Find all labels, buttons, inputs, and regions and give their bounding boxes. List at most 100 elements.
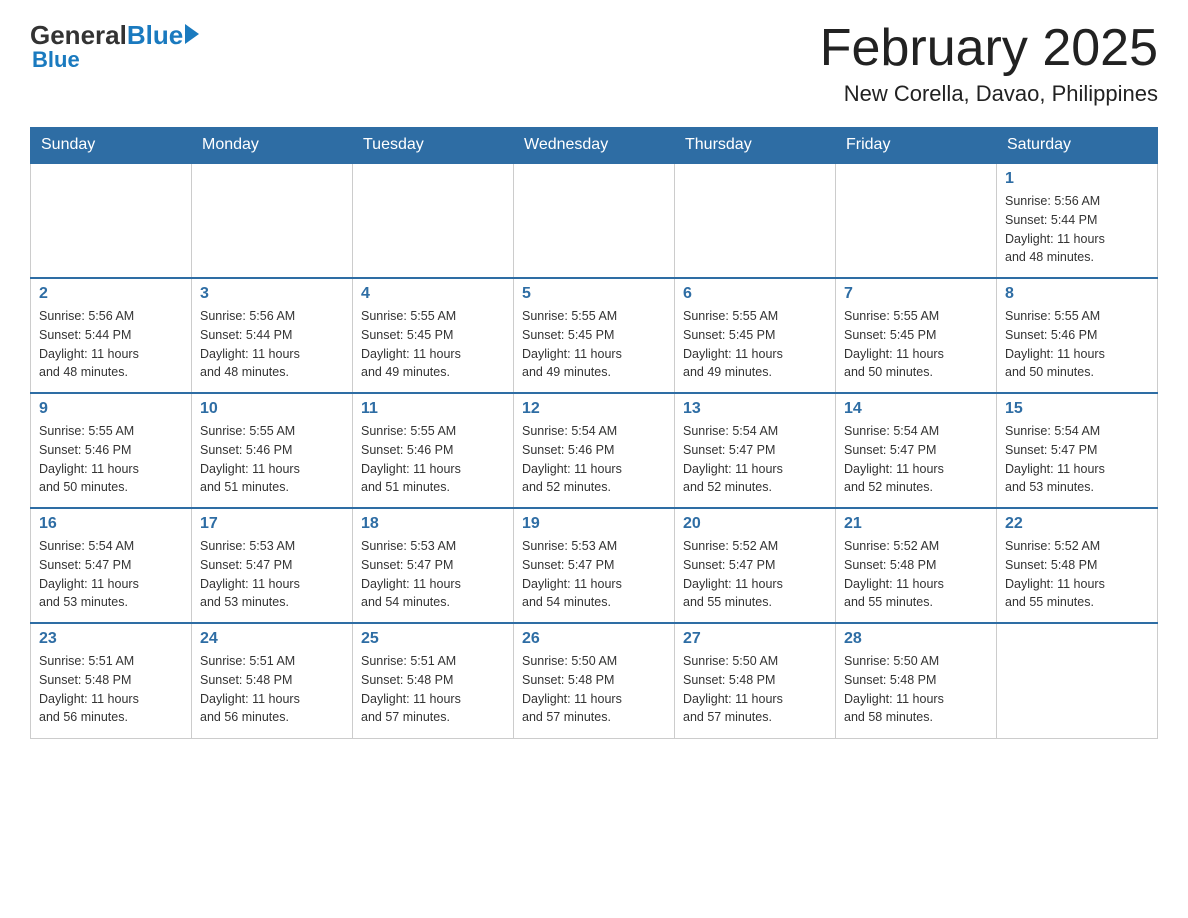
calendar-title: February 2025 — [820, 20, 1158, 77]
day-number: 14 — [844, 400, 988, 418]
day-number: 26 — [522, 630, 666, 648]
calendar-body: 1 Sunrise: 5:56 AM Sunset: 5:44 PM Daylig… — [31, 163, 1158, 738]
day-number: 21 — [844, 515, 988, 533]
calendar-cell: 13 Sunrise: 5:54 AM Sunset: 5:47 PM Dayli… — [675, 393, 836, 508]
header-cell-tuesday: Tuesday — [353, 128, 514, 164]
calendar-cell — [192, 163, 353, 278]
calendar-cell: 21 Sunrise: 5:52 AM Sunset: 5:48 PM Dayli… — [836, 508, 997, 623]
day-info: Sunrise: 5:51 AM Sunset: 5:48 PM Dayligh… — [200, 652, 344, 727]
header-cell-monday: Monday — [192, 128, 353, 164]
day-info: Sunrise: 5:55 AM Sunset: 5:46 PM Dayligh… — [39, 422, 183, 497]
day-number: 5 — [522, 285, 666, 303]
calendar-cell: 9 Sunrise: 5:55 AM Sunset: 5:46 PM Daylig… — [31, 393, 192, 508]
header-cell-wednesday: Wednesday — [514, 128, 675, 164]
day-info: Sunrise: 5:50 AM Sunset: 5:48 PM Dayligh… — [522, 652, 666, 727]
calendar-table: SundayMondayTuesdayWednesdayThursdayFrid… — [30, 127, 1158, 739]
calendar-cell: 17Sunrise: 5:53 AM Sunset: 5:47 PM Dayli… — [192, 508, 353, 623]
day-info: Sunrise: 5:50 AM Sunset: 5:48 PM Dayligh… — [844, 652, 988, 727]
week-row-3: 9 Sunrise: 5:55 AM Sunset: 5:46 PM Daylig… — [31, 393, 1158, 508]
day-number: 4 — [361, 285, 505, 303]
calendar-cell: 16 Sunrise: 5:54 AM Sunset: 5:47 PM Dayli… — [31, 508, 192, 623]
day-info: Sunrise: 5:52 AM Sunset: 5:48 PM Dayligh… — [1005, 537, 1149, 612]
page-container: General Blue Blue February 2025 New Core… — [0, 0, 1188, 759]
day-info: Sunrise: 5:55 AM Sunset: 5:45 PM Dayligh… — [844, 307, 988, 382]
header-cell-thursday: Thursday — [675, 128, 836, 164]
calendar-cell: 24 Sunrise: 5:51 AM Sunset: 5:48 PM Dayli… — [192, 623, 353, 738]
calendar-cell: 23 Sunrise: 5:51 AM Sunset: 5:48 PM Dayli… — [31, 623, 192, 738]
calendar-cell: 4 Sunrise: 5:55 AM Sunset: 5:45 PM Daylig… — [353, 278, 514, 393]
calendar-header: SundayMondayTuesdayWednesdayThursdayFrid… — [31, 128, 1158, 164]
day-number: 20 — [683, 515, 827, 533]
header-cell-friday: Friday — [836, 128, 997, 164]
day-number: 2 — [39, 285, 183, 303]
calendar-cell: 27Sunrise: 5:50 AM Sunset: 5:48 PM Dayli… — [675, 623, 836, 738]
day-info: Sunrise: 5:55 AM Sunset: 5:45 PM Dayligh… — [361, 307, 505, 382]
calendar-cell — [31, 163, 192, 278]
day-info: Sunrise: 5:52 AM Sunset: 5:47 PM Dayligh… — [683, 537, 827, 612]
calendar-cell: 25Sunrise: 5:51 AM Sunset: 5:48 PM Dayli… — [353, 623, 514, 738]
day-info: Sunrise: 5:55 AM Sunset: 5:46 PM Dayligh… — [1005, 307, 1149, 382]
day-info: Sunrise: 5:54 AM Sunset: 5:47 PM Dayligh… — [39, 537, 183, 612]
logo-arrow-icon — [185, 24, 199, 44]
calendar-cell: 28Sunrise: 5:50 AM Sunset: 5:48 PM Dayli… — [836, 623, 997, 738]
day-number: 12 — [522, 400, 666, 418]
logo-area: General Blue Blue — [30, 20, 199, 73]
calendar-cell: 18 Sunrise: 5:53 AM Sunset: 5:47 PM Dayli… — [353, 508, 514, 623]
day-info: Sunrise: 5:54 AM Sunset: 5:46 PM Dayligh… — [522, 422, 666, 497]
day-number: 8 — [1005, 285, 1149, 303]
title-area: February 2025 New Corella, Davao, Philip… — [820, 20, 1158, 107]
calendar-cell — [675, 163, 836, 278]
day-number: 18 — [361, 515, 505, 533]
calendar-cell: 22Sunrise: 5:52 AM Sunset: 5:48 PM Dayli… — [997, 508, 1158, 623]
day-info: Sunrise: 5:54 AM Sunset: 5:47 PM Dayligh… — [844, 422, 988, 497]
day-number: 15 — [1005, 400, 1149, 418]
logo-sub: Blue — [32, 47, 80, 73]
calendar-cell: 19Sunrise: 5:53 AM Sunset: 5:47 PM Dayli… — [514, 508, 675, 623]
day-info: Sunrise: 5:54 AM Sunset: 5:47 PM Dayligh… — [1005, 422, 1149, 497]
calendar-cell: 10 Sunrise: 5:55 AM Sunset: 5:46 PM Dayli… — [192, 393, 353, 508]
calendar-cell: 3Sunrise: 5:56 AM Sunset: 5:44 PM Daylig… — [192, 278, 353, 393]
week-row-4: 16 Sunrise: 5:54 AM Sunset: 5:47 PM Dayli… — [31, 508, 1158, 623]
day-number: 16 — [39, 515, 183, 533]
calendar-cell: 20 Sunrise: 5:52 AM Sunset: 5:47 PM Dayli… — [675, 508, 836, 623]
day-info: Sunrise: 5:55 AM Sunset: 5:46 PM Dayligh… — [200, 422, 344, 497]
day-info: Sunrise: 5:53 AM Sunset: 5:47 PM Dayligh… — [361, 537, 505, 612]
day-number: 13 — [683, 400, 827, 418]
calendar-cell: 12 Sunrise: 5:54 AM Sunset: 5:46 PM Dayli… — [514, 393, 675, 508]
day-number: 23 — [39, 630, 183, 648]
header-row: SundayMondayTuesdayWednesdayThursdayFrid… — [31, 128, 1158, 164]
calendar-cell: 14 Sunrise: 5:54 AM Sunset: 5:47 PM Dayli… — [836, 393, 997, 508]
day-info: Sunrise: 5:52 AM Sunset: 5:48 PM Dayligh… — [844, 537, 988, 612]
day-info: Sunrise: 5:56 AM Sunset: 5:44 PM Dayligh… — [200, 307, 344, 382]
calendar-cell: 26 Sunrise: 5:50 AM Sunset: 5:48 PM Dayli… — [514, 623, 675, 738]
header-section: General Blue Blue February 2025 New Core… — [30, 20, 1158, 107]
day-number: 7 — [844, 285, 988, 303]
calendar-cell — [353, 163, 514, 278]
day-info: Sunrise: 5:56 AM Sunset: 5:44 PM Dayligh… — [1005, 192, 1149, 267]
day-number: 9 — [39, 400, 183, 418]
day-info: Sunrise: 5:51 AM Sunset: 5:48 PM Dayligh… — [39, 652, 183, 727]
day-number: 1 — [1005, 170, 1149, 188]
week-row-5: 23 Sunrise: 5:51 AM Sunset: 5:48 PM Dayli… — [31, 623, 1158, 738]
header-cell-sunday: Sunday — [31, 128, 192, 164]
day-number: 27 — [683, 630, 827, 648]
calendar-cell: 11Sunrise: 5:55 AM Sunset: 5:46 PM Dayli… — [353, 393, 514, 508]
day-info: Sunrise: 5:55 AM Sunset: 5:45 PM Dayligh… — [522, 307, 666, 382]
day-number: 24 — [200, 630, 344, 648]
calendar-cell: 2 Sunrise: 5:56 AM Sunset: 5:44 PM Daylig… — [31, 278, 192, 393]
calendar-cell: 8 Sunrise: 5:55 AM Sunset: 5:46 PM Daylig… — [997, 278, 1158, 393]
calendar-cell: 7 Sunrise: 5:55 AM Sunset: 5:45 PM Daylig… — [836, 278, 997, 393]
day-info: Sunrise: 5:56 AM Sunset: 5:44 PM Dayligh… — [39, 307, 183, 382]
week-row-1: 1 Sunrise: 5:56 AM Sunset: 5:44 PM Daylig… — [31, 163, 1158, 278]
day-info: Sunrise: 5:55 AM Sunset: 5:45 PM Dayligh… — [683, 307, 827, 382]
day-info: Sunrise: 5:55 AM Sunset: 5:46 PM Dayligh… — [361, 422, 505, 497]
calendar-cell: 5 Sunrise: 5:55 AM Sunset: 5:45 PM Daylig… — [514, 278, 675, 393]
header-cell-saturday: Saturday — [997, 128, 1158, 164]
day-number: 17 — [200, 515, 344, 533]
calendar-subtitle: New Corella, Davao, Philippines — [820, 81, 1158, 107]
day-number: 6 — [683, 285, 827, 303]
week-row-2: 2 Sunrise: 5:56 AM Sunset: 5:44 PM Daylig… — [31, 278, 1158, 393]
day-info: Sunrise: 5:51 AM Sunset: 5:48 PM Dayligh… — [361, 652, 505, 727]
day-info: Sunrise: 5:54 AM Sunset: 5:47 PM Dayligh… — [683, 422, 827, 497]
day-number: 10 — [200, 400, 344, 418]
